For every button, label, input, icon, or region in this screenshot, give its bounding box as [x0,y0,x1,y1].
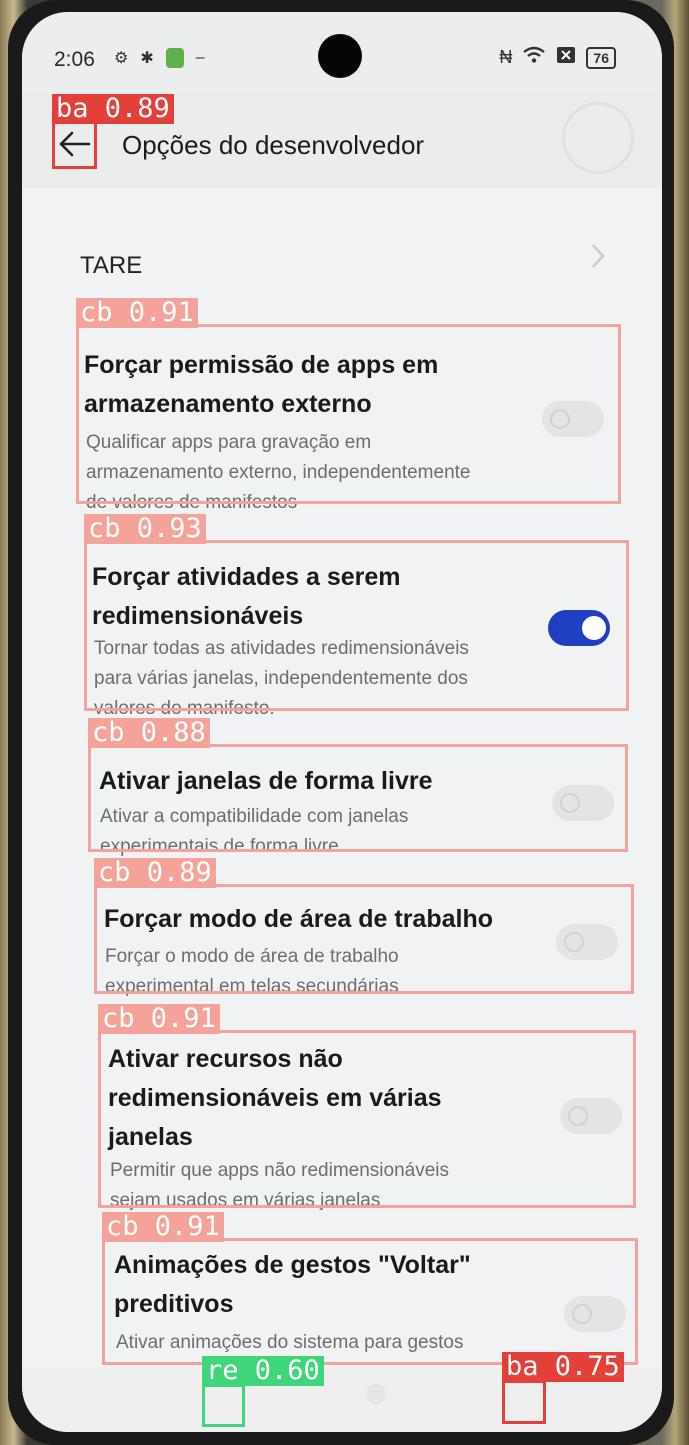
front-camera [318,34,362,78]
detection-box-setting [76,324,621,504]
status-bar: 2:06 ⚙ ✱ – ₦ 76 [22,12,662,92]
minus-icon: – [195,49,205,66]
wifi-icon [522,46,546,69]
detection-label: cb 0.91 [102,1212,224,1242]
status-left-icons: ⚙ ✱ – [114,48,205,68]
detection-box-back-nav [502,1380,546,1424]
detection-box-setting [102,1238,638,1365]
detection-label: cb 0.88 [88,718,210,748]
status-right-icons: ₦ 76 [499,46,616,69]
detection-box-setting [84,540,629,711]
battery-indicator: 76 [586,46,616,69]
detection-label: cb 0.93 [84,514,206,544]
nfc-icon: ₦ [499,47,513,67]
detection-label: re 0.60 [202,1356,324,1386]
detection-box-setting [88,744,628,852]
sim-x-icon [556,46,576,69]
detection-label: ba 0.75 [502,1352,624,1382]
detection-label: cb 0.91 [98,1004,220,1034]
detection-label: cb 0.89 [94,858,216,888]
detection-box-recents [202,1384,245,1427]
home-indicator[interactable] [366,1384,386,1404]
app-green-icon [165,48,184,68]
detection-label: cb 0.91 [76,298,198,328]
detection-box-setting [94,884,634,994]
tare-item[interactable]: TARE [80,252,142,280]
detection-label: ba 0.89 [52,94,174,124]
floating-circle [562,102,634,174]
detection-box-back [52,121,97,169]
detection-box-setting [98,1030,636,1208]
settings-gear-icon: ⚙ [114,50,129,67]
status-time: 2:06 [54,48,95,71]
page-title: Opções do desenvolvedor [122,130,425,160]
chevron-right-icon [592,244,605,268]
bug-icon: ✱ [140,50,154,67]
